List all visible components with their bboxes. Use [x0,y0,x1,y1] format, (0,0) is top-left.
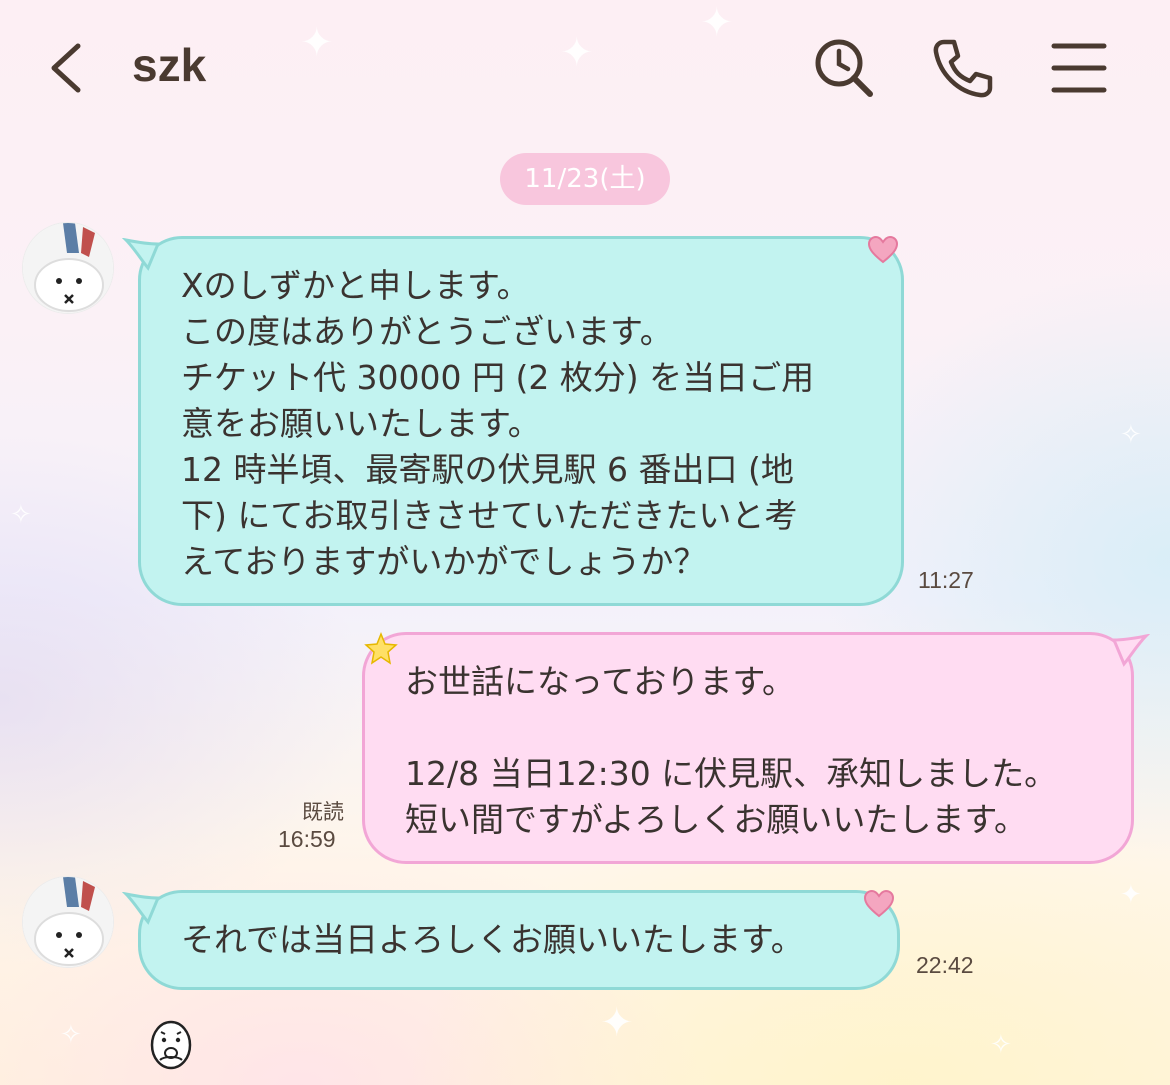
message-line: えておりますがいかがでしょうか？ [181,542,707,581]
message-line: チケット代 30000 円 (2 枚分) を当日ご用 [181,358,815,397]
date-separator: 11/23(土) [500,153,670,205]
sparkle-decoration: ✧ [10,500,32,530]
sparkle-decoration: ✧ [990,1030,1012,1060]
message-line: それでは当日よろしくお願いいたします。 [181,920,804,959]
heart-icon [864,890,894,918]
sparkle-decoration: ✦ [600,1000,634,1046]
message-line: 12 時半頃、最寄駅の伏見駅 6 番出口 (地 [181,450,794,489]
search-clock-icon[interactable] [812,36,876,100]
message-line [405,705,1091,751]
message-line: 下) にてお取引きさせていただきたいと考 [181,496,798,535]
outgoing-message-bubble[interactable]: お世話になっております。 12/8 当日12:30 に伏見駅、承知しました。 短… [362,632,1134,864]
heart-icon [868,236,898,264]
sparkle-decoration: ✧ [1120,420,1142,450]
avatar[interactable] [22,876,114,968]
avatar[interactable] [22,222,114,314]
hamburger-menu-icon[interactable] [1048,36,1112,100]
read-receipt: 既読 [302,800,344,824]
bubble-tail [1111,634,1150,667]
star-icon [364,632,398,665]
phone-icon[interactable] [930,36,994,100]
message-time: 22:42 [916,952,974,978]
chat-title: szk [132,39,207,91]
message-line: Xのしずかと申します。 [181,266,530,305]
chevron-left-icon[interactable] [40,38,100,98]
incoming-message-bubble[interactable]: Xのしずかと申します。 この度はありがとうございます。 チケット代 30000 … [138,236,904,606]
sparkle-decoration: ✧ [60,1020,82,1050]
message-line: 意をお願いいたします。 [181,404,541,443]
chat-header: szk [0,0,1170,135]
incoming-message-bubble[interactable]: それでは当日よろしくお願いいたします。 [138,890,900,990]
message-line: お世話になっております。 [405,662,796,701]
message-time: 11:27 [918,567,974,593]
reaction-sticker-icon[interactable] [150,1020,192,1070]
message-line: 短い間ですがよろしくお願いいたします。 [405,800,1028,839]
sparkle-decoration: ✦ [1120,880,1142,910]
bubble-tail [122,892,161,925]
message-line: この度はありがとうございます。 [181,312,673,351]
message-time: 16:59 [278,826,336,852]
bubble-tail [122,238,161,271]
message-line: 12/8 当日12:30 に伏見駅、承知しました。 [405,754,1058,793]
